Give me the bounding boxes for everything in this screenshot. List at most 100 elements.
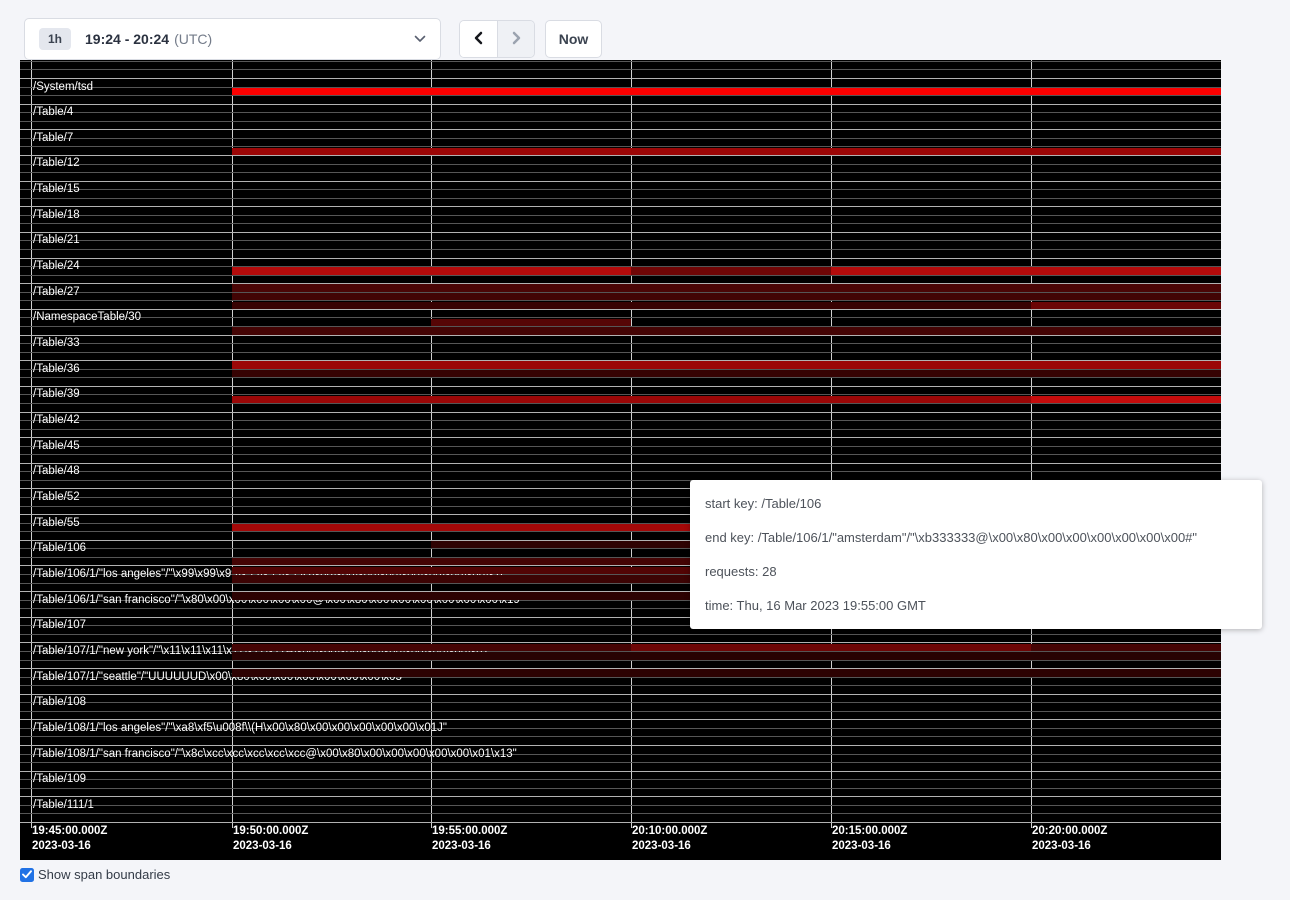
- span-subline: [20, 685, 1221, 686]
- span-subline: [20, 61, 1221, 62]
- heatmap-canvas[interactable]: /System/tsd/Table/4/Table/7/Table/12/Tab…: [20, 60, 1221, 860]
- row-label: /Table/108: [33, 696, 86, 708]
- span-subline: [20, 198, 1221, 199]
- show-span-boundaries-checkbox[interactable]: [20, 868, 34, 882]
- heat-band[interactable]: [232, 644, 631, 651]
- span-subline: [20, 240, 1221, 241]
- span-boundary-line: [20, 206, 1221, 207]
- heat-band[interactable]: [631, 267, 831, 274]
- time-tick-label: 20:15:00.000Z2023-03-16: [832, 824, 907, 854]
- row-label: /Table/7: [33, 132, 73, 144]
- heat-band[interactable]: [232, 302, 1031, 309]
- footer: Show span boundaries: [20, 866, 170, 883]
- span-subline: [20, 121, 1221, 122]
- tick-date: 2023-03-16: [32, 839, 107, 854]
- tooltip-start-key: start key: /Table/106: [705, 493, 1247, 514]
- tick-time: 19:50:00.000Z: [233, 824, 308, 839]
- span-subline: [20, 95, 1221, 96]
- tick-time: 19:55:00.000Z: [432, 824, 507, 839]
- now-button[interactable]: Now: [545, 20, 602, 58]
- time-range-badge: 1h: [39, 28, 71, 50]
- time-nav-group: [459, 20, 535, 58]
- span-subline: [20, 164, 1221, 165]
- tick-date: 2023-03-16: [632, 839, 707, 854]
- span-subline: [20, 429, 1221, 430]
- span-subline: [20, 634, 1221, 635]
- span-boundary-line: [20, 771, 1221, 772]
- row-label: /Table/33: [33, 337, 80, 349]
- span-boundary-line: [20, 258, 1221, 259]
- heat-band[interactable]: [1031, 644, 1221, 651]
- chevron-right-icon: [509, 31, 523, 48]
- span-boundary-line: [20, 129, 1221, 130]
- row-label: /Table/21: [33, 234, 80, 246]
- heat-band[interactable]: [232, 652, 1221, 659]
- row-label: /Table/12: [33, 157, 80, 169]
- span-subline: [20, 711, 1221, 712]
- row-label: /Table/106: [33, 542, 86, 554]
- heat-band[interactable]: [232, 267, 631, 274]
- chevron-left-icon: [472, 31, 486, 48]
- heat-band[interactable]: [1031, 396, 1221, 403]
- row-label: /System/tsd: [33, 81, 93, 93]
- heat-band[interactable]: [232, 669, 1221, 676]
- heat-band[interactable]: [631, 644, 1031, 651]
- row-label: /Table/4: [33, 106, 73, 118]
- span-boundary-line: [20, 309, 1221, 310]
- heat-band[interactable]: [232, 327, 1221, 334]
- span-subline: [20, 471, 1221, 472]
- span-boundary-line: [20, 822, 1221, 823]
- prev-time-button[interactable]: [460, 21, 497, 57]
- chevron-down-icon: [414, 35, 426, 43]
- span-subline: [20, 275, 1221, 276]
- heat-band[interactable]: [831, 267, 1221, 274]
- row-label: /Table/18: [33, 209, 80, 221]
- span-boundary-line: [20, 412, 1221, 413]
- span-subline: [20, 813, 1221, 814]
- heat-band[interactable]: [232, 370, 1221, 377]
- heat-band[interactable]: [232, 148, 1221, 155]
- span-subline: [20, 454, 1221, 455]
- span-boundary-line: [20, 232, 1221, 233]
- span-subline: [20, 215, 1221, 216]
- time-tick-label: 20:10:00.000Z2023-03-16: [632, 824, 707, 854]
- span-subline: [20, 762, 1221, 763]
- span-subline: [20, 660, 1221, 661]
- heat-band[interactable]: [232, 396, 1031, 403]
- heat-band[interactable]: [1031, 302, 1221, 309]
- span-subline: [20, 403, 1221, 404]
- time-gridline: [631, 60, 632, 828]
- span-boundary-line: [20, 745, 1221, 746]
- span-subline: [20, 779, 1221, 780]
- checkmark-icon: [22, 866, 32, 884]
- time-tick-label: 20:20:00.000Z2023-03-16: [1032, 824, 1107, 854]
- span-boundary-line: [20, 796, 1221, 797]
- heat-band[interactable]: [232, 88, 1221, 95]
- span-boundary-line: [20, 181, 1221, 182]
- span-subline: [20, 446, 1221, 447]
- row-label: /Table/107: [33, 619, 86, 631]
- span-boundary-line: [20, 104, 1221, 105]
- time-tick-label: 19:55:00.000Z2023-03-16: [432, 824, 507, 854]
- row-label: /Table/42: [33, 414, 80, 426]
- heat-band[interactable]: [232, 361, 1221, 368]
- heat-band[interactable]: [232, 293, 1221, 300]
- row-label: /Table/109: [33, 773, 86, 785]
- show-span-boundaries-label: Show span boundaries: [38, 867, 170, 882]
- row-label: /Table/15: [33, 183, 80, 195]
- span-subline: [20, 223, 1221, 224]
- span-subline: [20, 788, 1221, 789]
- heat-band[interactable]: [431, 319, 631, 326]
- key-visualizer-page: 1h 19:24 - 20:24 (UTC) Now /System/tsd/T…: [0, 0, 1290, 900]
- time-gridline: [232, 60, 233, 828]
- time-range-select[interactable]: 1h 19:24 - 20:24 (UTC): [24, 18, 441, 60]
- row-label: /Table/108/1/"san francisco"/"\x8c\xcc\x…: [33, 748, 517, 760]
- row-label: /Table/48: [33, 465, 80, 477]
- next-time-button[interactable]: [497, 21, 534, 57]
- span-boundary-line: [20, 437, 1221, 438]
- span-subline: [20, 249, 1221, 250]
- row-label: /Table/45: [33, 440, 80, 452]
- span-boundary-line: [20, 694, 1221, 695]
- heat-band[interactable]: [232, 284, 1221, 291]
- time-gridline: [1031, 60, 1032, 828]
